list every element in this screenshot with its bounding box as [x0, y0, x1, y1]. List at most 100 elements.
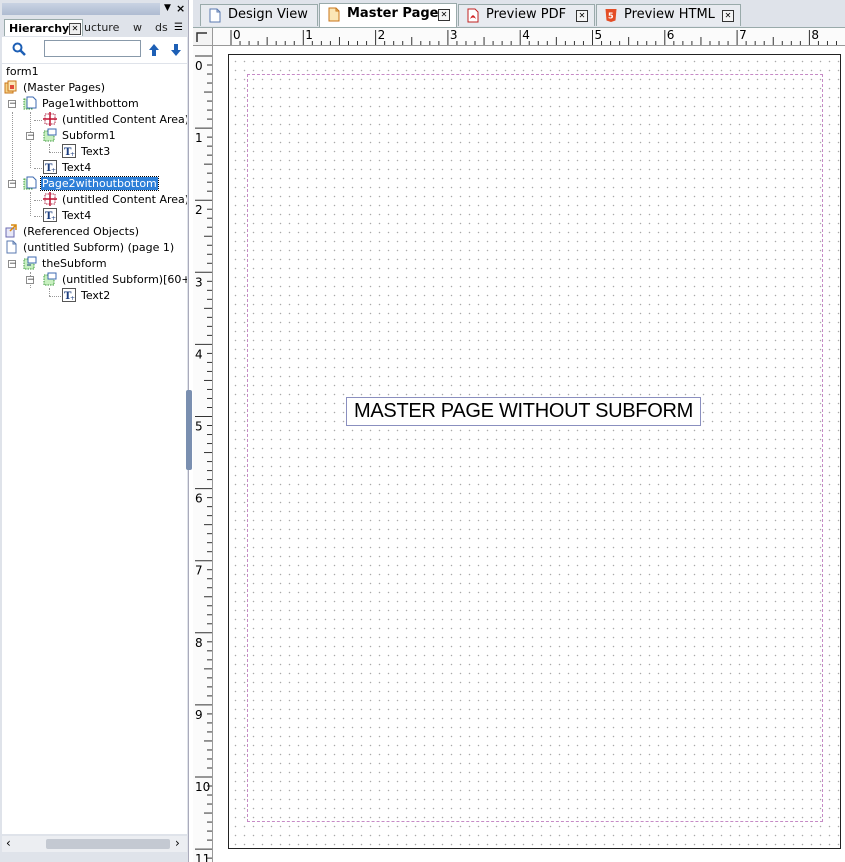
ruler-label: 9: [195, 708, 203, 722]
ruler-label: 4: [195, 347, 203, 361]
tree-node-label: form1: [6, 65, 39, 78]
tree-connector: [12, 112, 13, 184]
page-icon: [209, 8, 221, 23]
tab-data-view[interactable]: ds: [155, 19, 169, 36]
tab-preview-pdf[interactable]: Preview PDF ✕: [458, 4, 595, 26]
master-page-surface[interactable]: MASTER PAGE WITHOUT SUBFORM: [228, 54, 841, 849]
ruler-label: 3: [450, 28, 458, 42]
content-area-icon: [43, 192, 57, 206]
tree-node-text3[interactable]: T + Text3: [62, 144, 111, 160]
tree-node-page2withoutbottom[interactable]: Page2withoutbottom: [23, 176, 159, 192]
svg-text:+: +: [70, 151, 75, 158]
tree-connector: [49, 144, 50, 152]
tree-node-referenced-objects[interactable]: (Referenced Objects): [4, 224, 140, 240]
tree-connector: [34, 200, 42, 201]
ruler-label: 2: [195, 203, 203, 217]
tree-node-label: theSubform: [42, 257, 107, 270]
tree-node-label: Subform1: [62, 129, 116, 142]
panel-title-bar[interactable]: [2, 3, 160, 15]
panel-close-icon[interactable]: ×: [176, 2, 185, 15]
tab-hierarchy[interactable]: Hierarchy ✕: [4, 19, 83, 36]
referenced-objects-icon: [5, 224, 17, 238]
scroll-thumb[interactable]: [46, 839, 170, 849]
panel-tabs: Hierarchy ✕ ucture w ds ☰: [2, 19, 187, 36]
svg-text:5: 5: [608, 12, 614, 21]
tab-overflow-menu-icon[interactable]: ☰: [174, 19, 186, 36]
text-field-icon: T +: [62, 144, 76, 158]
master-page-text-object[interactable]: MASTER PAGE WITHOUT SUBFORM: [346, 397, 701, 426]
tree-collapse-toggle[interactable]: −: [8, 180, 17, 189]
ruler-label: 7: [195, 564, 203, 578]
tab-w[interactable]: w: [133, 19, 143, 36]
tree-node-thesubform[interactable]: theSubform: [23, 256, 108, 272]
tree-node-label: (untitled Subform)[60+]: [62, 273, 187, 286]
tree-node-subform1[interactable]: Subform1: [43, 128, 117, 144]
tree-node-untitled-subform-page1[interactable]: (untitled Subform) (page 1): [4, 240, 175, 256]
ruler-origin-icon: [196, 32, 207, 42]
tab-close-icon[interactable]: ✕: [722, 10, 734, 22]
arrow-up-icon[interactable]: [148, 43, 160, 57]
tree-node-text4-page2[interactable]: T + Text4: [43, 208, 92, 224]
panel-menu-arrow-icon[interactable]: ▼: [164, 3, 171, 13]
tree-node-untitled-subform-60[interactable]: (untitled Subform)[60+]: [43, 272, 187, 288]
subform-icon: [23, 256, 37, 270]
tree-node-label: Text4: [62, 209, 92, 222]
tree-connector: [49, 288, 50, 296]
tree-node-label: (untitled Subform) (page 1): [23, 241, 175, 254]
tree-collapse-toggle[interactable]: −: [8, 100, 17, 109]
document-icon: [6, 240, 17, 254]
ruler-label: 3: [195, 275, 203, 289]
panel-splitter-handle[interactable]: [186, 390, 192, 470]
horizontal-ruler[interactable]: 0 1 2 3 4 5 6 7 8: [213, 28, 845, 46]
master-page-icon: [328, 7, 340, 22]
tree-node-page1withbottom[interactable]: Page1withbottom: [23, 96, 140, 112]
tree-node-label: Text2: [81, 289, 111, 302]
subform-icon: [43, 272, 57, 286]
tree-node-content-area[interactable]: (untitled Content Area): [43, 192, 187, 208]
tree-collapse-toggle[interactable]: −: [8, 260, 17, 269]
tab-close-icon[interactable]: ✕: [69, 23, 81, 35]
tab-close-icon[interactable]: ✕: [576, 10, 588, 22]
tab-design-view[interactable]: Design View: [200, 4, 318, 26]
ruler-label: 7: [739, 28, 747, 42]
arrow-down-icon[interactable]: [170, 43, 182, 57]
tab-label: Design View: [228, 7, 308, 22]
text-field-icon: T +: [43, 208, 57, 222]
search-icon[interactable]: [12, 42, 26, 56]
tree-node-form1[interactable]: form1: [5, 64, 40, 80]
tab-preview-html[interactable]: 5 Preview HTML ✕: [596, 4, 741, 26]
ruler-label: 0: [233, 28, 241, 42]
design-canvas[interactable]: MASTER PAGE WITHOUT SUBFORM: [213, 46, 845, 862]
ruler-label: 8: [811, 28, 819, 42]
tab-master-pages[interactable]: Master Pages ✕: [319, 3, 457, 27]
pdf-icon: [467, 8, 479, 23]
tree-collapse-toggle[interactable]: −: [26, 132, 35, 141]
tree-node-content-area[interactable]: (untitled Content Area): [43, 112, 187, 128]
tree-node-label: (untitled Content Area): [62, 113, 187, 126]
tree-horizontal-scrollbar[interactable]: ‹ ›: [2, 836, 187, 852]
tab-close-icon[interactable]: ✕: [438, 9, 450, 21]
content-area-boundary[interactable]: [247, 74, 823, 822]
subform-icon: [43, 128, 57, 142]
tree-node-label: Page2withoutbottom: [40, 176, 159, 191]
ruler-label: 10: [195, 780, 210, 794]
text-field-icon: T +: [62, 288, 76, 302]
tree-node-master-pages[interactable]: (Master Pages): [4, 80, 106, 96]
tree-node-text2[interactable]: T + Text2: [62, 288, 111, 304]
horizontal-ruler-ticks: 0 1 2 3 4 5 6 7 8: [230, 28, 838, 45]
scroll-left-icon[interactable]: ‹: [6, 836, 11, 850]
tab-label: Preview HTML: [624, 7, 715, 22]
tree-collapse-toggle[interactable]: −: [26, 276, 35, 285]
tree-node-text4[interactable]: T + Text4: [43, 160, 92, 176]
ruler-label: 1: [195, 131, 203, 145]
vertical-ruler[interactable]: 0 1 2 3 4 5 6 7 8 9 10 11: [193, 46, 213, 862]
svg-text:+: +: [70, 295, 75, 302]
ruler-origin-corner[interactable]: [193, 28, 213, 46]
content-area-icon: [43, 112, 57, 126]
tab-structure[interactable]: ucture: [84, 19, 130, 36]
ruler-label: 2: [378, 28, 386, 42]
scroll-right-icon[interactable]: ›: [175, 836, 180, 850]
hierarchy-search-row: [2, 37, 187, 63]
tree-node-label: (Master Pages): [23, 81, 106, 94]
search-input[interactable]: [44, 40, 141, 57]
